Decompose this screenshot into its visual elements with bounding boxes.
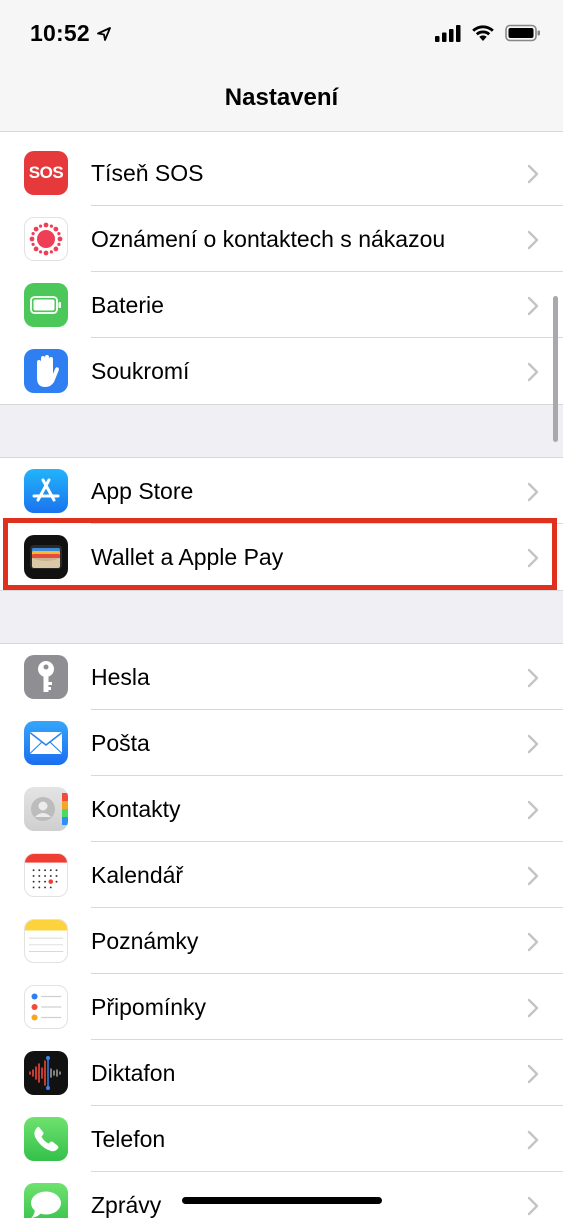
row-label: Tíseň SOS: [91, 160, 204, 186]
row-label: Pošta: [91, 730, 150, 756]
chevron-right-icon: [527, 866, 539, 886]
settings-row-phone[interactable]: Telefon: [0, 1106, 563, 1172]
wifi-icon: [472, 25, 494, 41]
messages-icon: [24, 1183, 68, 1218]
notes-icon: [24, 919, 68, 963]
chevron-right-icon: [527, 548, 539, 568]
settings-row-notes[interactable]: Poznámky: [0, 908, 563, 974]
chevron-right-icon: [527, 800, 539, 820]
contacts-icon: [24, 787, 68, 831]
row-label: Hesla: [91, 664, 150, 690]
group-spacer: [0, 405, 563, 457]
cellular-signal-icon: [435, 25, 461, 42]
settings-row-mail[interactable]: Pošta: [0, 710, 563, 776]
home-indicator[interactable]: [182, 1197, 382, 1204]
chevron-right-icon: [527, 230, 539, 250]
chevron-right-icon: [527, 1130, 539, 1150]
voice-memos-icon: [24, 1051, 68, 1095]
calendar-icon: [24, 853, 68, 897]
settings-row-battery[interactable]: Baterie: [0, 272, 563, 338]
row-label: Oznámení o kontaktech s nákazou: [91, 226, 446, 252]
status-time-text: 10:52: [30, 20, 90, 46]
navigation-bar: 10:52 Nastavení: [0, 0, 563, 132]
settings-row-app-store[interactable]: App Store: [0, 458, 563, 524]
scrollbar[interactable]: [553, 296, 558, 442]
settings-row-sos[interactable]: SOS Tíseň SOS: [0, 140, 563, 206]
row-label: Poznámky: [91, 928, 199, 954]
chevron-right-icon: [527, 1196, 539, 1216]
row-label: Diktafon: [91, 1060, 176, 1086]
chevron-right-icon: [527, 932, 539, 952]
chevron-right-icon: [527, 668, 539, 688]
key-icon: [24, 655, 68, 699]
wallet-icon: [24, 535, 68, 579]
chevron-right-icon: [527, 1064, 539, 1084]
status-indicators: [435, 24, 541, 42]
settings-group: App Store Wallet a Apple Pay: [0, 457, 563, 591]
row-label: Připomínky: [91, 994, 207, 1020]
settings-group: SOS Tíseň SOS Oznámení o kontaktech s ná…: [0, 140, 563, 405]
row-label: Soukromí: [91, 358, 190, 384]
sos-icon: SOS: [24, 151, 68, 195]
group-spacer: [0, 591, 563, 643]
chevron-right-icon: [527, 362, 539, 382]
sos-icon-text: SOS: [28, 163, 64, 182]
chevron-right-icon: [527, 734, 539, 754]
chevron-right-icon: [527, 482, 539, 502]
settings-row-passwords[interactable]: Hesla: [0, 644, 563, 710]
chevron-right-icon: [527, 164, 539, 184]
status-time: 10:52: [30, 20, 112, 47]
battery-icon: [24, 283, 68, 327]
phone-icon: [24, 1117, 68, 1161]
settings-row-contacts[interactable]: Kontakty: [0, 776, 563, 842]
app-store-icon: [24, 469, 68, 513]
row-label: App Store: [91, 478, 194, 504]
reminders-icon: [24, 985, 68, 1029]
hand-icon: [24, 349, 68, 393]
settings-row-calendar[interactable]: Kalendář: [0, 842, 563, 908]
row-label: Zprávy: [91, 1192, 162, 1218]
row-label: Kalendář: [91, 862, 184, 888]
battery-status-icon: [505, 24, 540, 42]
page-title: Nastavení: [224, 84, 339, 111]
location-arrow-icon: [96, 26, 111, 41]
settings-list[interactable]: SOS Tíseň SOS Oznámení o kontaktech s ná…: [0, 140, 563, 1218]
settings-row-exposure[interactable]: Oznámení o kontaktech s nákazou: [0, 206, 563, 272]
settings-row-privacy[interactable]: Soukromí: [0, 338, 563, 404]
chevron-right-icon: [527, 296, 539, 316]
settings-row-reminders[interactable]: Připomínky: [0, 974, 563, 1040]
settings-screen: 10:52 Nastavení SOS Tíseň SOS Oznámení o…: [0, 0, 563, 1218]
exposure-notification-icon: [24, 217, 68, 261]
settings-row-wallet[interactable]: Wallet a Apple Pay: [0, 524, 563, 590]
chevron-right-icon: [527, 998, 539, 1018]
row-label: Baterie: [91, 292, 164, 318]
row-label: Wallet a Apple Pay: [91, 544, 284, 570]
mail-icon: [24, 721, 68, 765]
settings-group: Hesla Pošta Kontakty Kalendář Poznámky P…: [0, 643, 563, 1218]
settings-row-voice-memos[interactable]: Diktafon: [0, 1040, 563, 1106]
settings-row-messages[interactable]: Zprávy: [0, 1172, 563, 1218]
row-label: Telefon: [91, 1126, 166, 1152]
row-label: Kontakty: [91, 796, 181, 822]
